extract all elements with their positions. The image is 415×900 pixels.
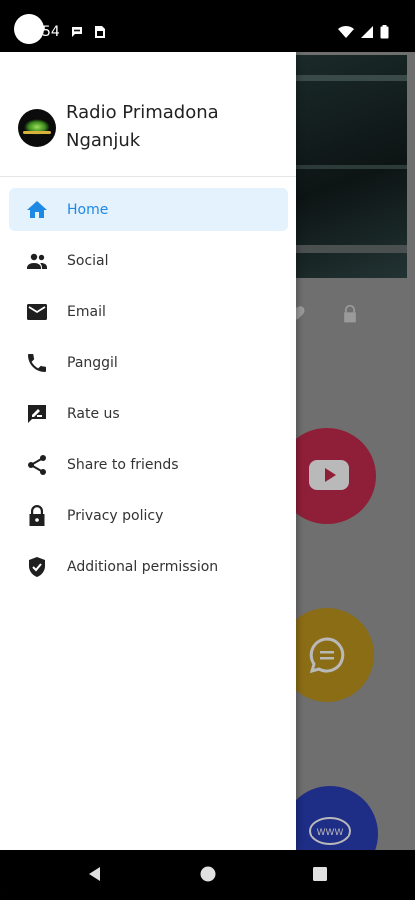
menu-item-additional-permission[interactable]: Additional permission xyxy=(9,545,288,588)
menu-item-email[interactable]: Email xyxy=(9,290,288,333)
navigation-drawer: Radio Primadona Nganjuk Home Social Emai… xyxy=(0,52,296,850)
lock-icon xyxy=(23,502,51,530)
status-right-icons xyxy=(338,24,389,43)
recents-icon[interactable] xyxy=(310,864,332,886)
share-icon xyxy=(23,451,51,479)
app-logo xyxy=(18,109,56,147)
menu-item-rate-us[interactable]: Rate us xyxy=(9,392,288,435)
www-icon: WWW xyxy=(309,817,351,845)
phone-icon xyxy=(23,349,51,377)
drawer-menu: Home Social Email Panggil Rate us Share … xyxy=(0,188,296,596)
menu-item-social[interactable]: Social xyxy=(9,239,288,282)
menu-item-label: Email xyxy=(67,303,106,320)
menu-item-home[interactable]: Home xyxy=(9,188,288,231)
message-icon xyxy=(70,24,84,43)
home-nav-icon[interactable] xyxy=(198,864,220,886)
menu-item-label: Panggil xyxy=(67,354,118,371)
drawer-app-title: Radio Primadona Nganjuk xyxy=(66,102,219,151)
status-left-icons xyxy=(70,24,106,43)
drawer-header: Radio Primadona Nganjuk xyxy=(0,52,296,177)
menu-item-privacy-policy[interactable]: Privacy policy xyxy=(9,494,288,537)
menu-item-label: Social xyxy=(67,252,109,269)
home-icon xyxy=(23,196,51,224)
phone-screen: 54 WWW Radio Primadona Nganjuk Home Soci… xyxy=(0,0,415,900)
menu-item-share[interactable]: Share to friends xyxy=(9,443,288,486)
camera-cutout xyxy=(14,14,44,44)
wifi-icon xyxy=(338,24,354,43)
menu-item-label: Home xyxy=(67,201,109,218)
lock-overlay-icon[interactable] xyxy=(340,303,360,329)
radio-studio-image xyxy=(296,55,407,278)
sim-icon xyxy=(94,24,106,43)
people-icon xyxy=(23,247,51,275)
system-nav-bar xyxy=(0,850,415,900)
shield-check-icon xyxy=(23,553,51,581)
menu-item-label: Share to friends xyxy=(67,456,179,473)
svg-text:WWW: WWW xyxy=(317,828,344,838)
status-bar: 54 xyxy=(0,0,415,52)
menu-item-label: Privacy policy xyxy=(67,507,164,524)
signal-icon xyxy=(360,24,374,43)
chat-icon xyxy=(309,637,345,674)
rate-icon xyxy=(23,400,51,428)
back-icon[interactable] xyxy=(85,864,107,886)
menu-item-label: Additional permission xyxy=(67,558,219,575)
mail-icon xyxy=(23,298,51,326)
menu-item-label: Rate us xyxy=(67,405,120,422)
battery-icon xyxy=(380,24,389,43)
menu-item-call[interactable]: Panggil xyxy=(9,341,288,384)
status-time: 54 xyxy=(42,24,60,40)
youtube-icon xyxy=(309,460,349,490)
